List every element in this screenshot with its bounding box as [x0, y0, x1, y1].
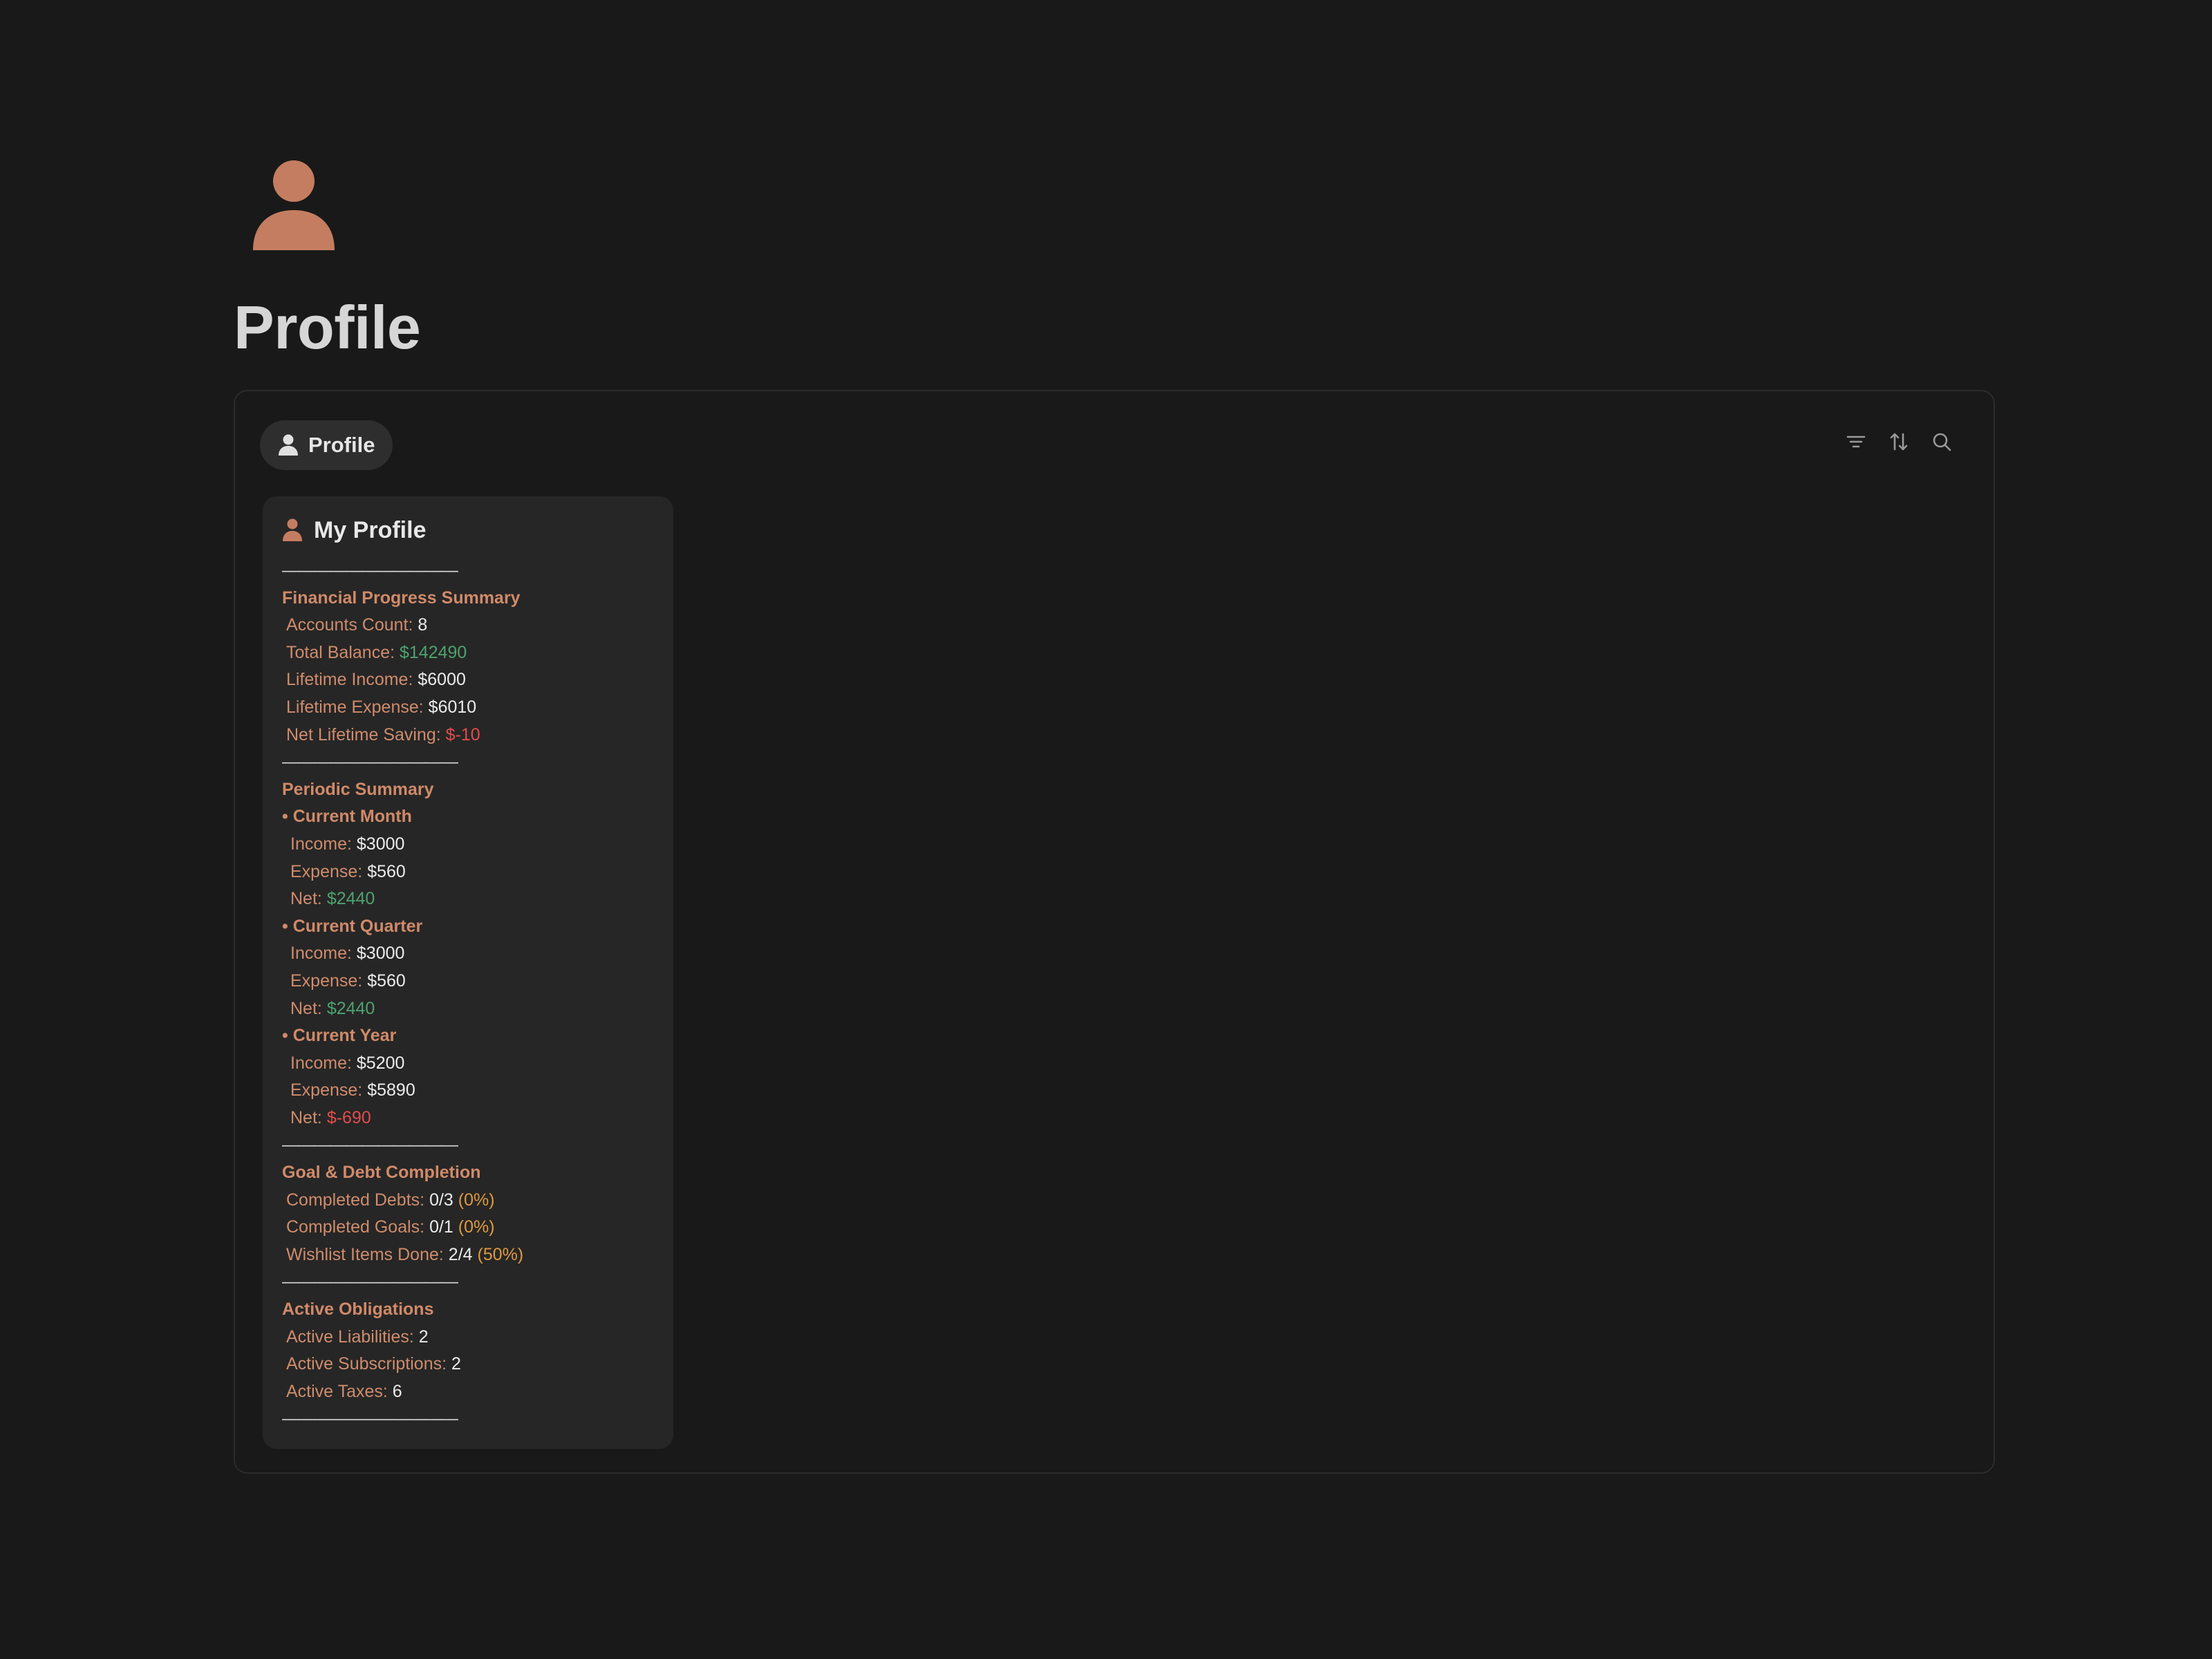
summary-row: Income: $5200: [282, 1050, 673, 1078]
summary-row: Active Liabilities: 2: [282, 1324, 673, 1351]
summary-row: Expense: $5890: [282, 1077, 673, 1105]
section-title-periodic: Periodic Summary: [282, 779, 434, 799]
row-label: Active Taxes:: [286, 1381, 388, 1401]
summary-row: Active Subscriptions: 2: [282, 1351, 673, 1378]
row-label: Income:: [290, 1053, 352, 1073]
summary-row: Expense: $560: [282, 859, 673, 886]
separator: ———————————: [282, 1409, 458, 1429]
row-value: 6: [392, 1381, 402, 1401]
row-label: Net:: [290, 889, 322, 909]
summary-row: Wishlist Items Done: 2/4 (50%): [282, 1241, 673, 1269]
summary-row: Total Balance: $142490: [282, 639, 673, 667]
card-body: ——————————— Financial Progress Summary A…: [282, 557, 673, 1433]
row-value: $3000: [356, 834, 405, 854]
page-title[interactable]: Profile: [234, 286, 421, 369]
period-title: • Current Month: [282, 807, 412, 827]
row-value: $6000: [418, 670, 466, 690]
section-title-obligations: Active Obligations: [282, 1300, 434, 1320]
period-title: • Current Quarter: [282, 916, 423, 936]
summary-row: Active Taxes: 6: [282, 1378, 673, 1406]
summary-row: Lifetime Income: $6000: [282, 666, 673, 694]
person-icon: [279, 434, 298, 456]
row-label: Accounts Count:: [286, 615, 413, 635]
row-value: 8: [418, 615, 428, 635]
row-label: Net Lifetime Saving:: [286, 724, 441, 744]
filter-icon: [1846, 435, 1866, 448]
row-value: $142490: [400, 642, 467, 662]
row-label: Net:: [290, 1107, 322, 1127]
card-header[interactable]: My Profile: [282, 510, 673, 550]
row-label: Active Subscriptions:: [286, 1354, 447, 1374]
sort-button[interactable]: [1884, 427, 1913, 456]
view-toolbar: [1841, 427, 1956, 456]
search-icon: [1933, 433, 1951, 451]
row-value: $5890: [367, 1080, 415, 1100]
row-value: $3000: [356, 944, 405, 964]
summary-row: Net: $2440: [282, 995, 673, 1023]
section-title-goals: Goal & Debt Completion: [282, 1163, 481, 1183]
row-label: Expense:: [290, 861, 363, 881]
card-title: My Profile: [314, 516, 427, 543]
period-title: • Current Year: [282, 1026, 397, 1046]
row-value: 2: [418, 1327, 429, 1347]
summary-row: Completed Debts: 0/3 (0%): [282, 1187, 673, 1215]
row-value: $5200: [356, 1053, 405, 1073]
row-percent: (0%): [458, 1190, 495, 1210]
separator: ———————————: [282, 1272, 458, 1292]
tab-profile[interactable]: Profile: [260, 420, 393, 470]
page-icon[interactable]: [249, 158, 339, 252]
row-label: Total Balance:: [286, 642, 395, 662]
row-label: Net:: [290, 998, 322, 1018]
search-button[interactable]: [1927, 427, 1956, 456]
row-label: Expense:: [290, 971, 363, 991]
separator: ———————————: [282, 1135, 458, 1155]
database-view: Profile My Profile ——————————— Financial…: [234, 390, 1995, 1474]
section-title-financial: Financial Progress Summary: [282, 588, 521, 608]
row-value: 2/4: [448, 1244, 473, 1264]
row-value: $560: [367, 971, 406, 991]
summary-row: Accounts Count: 8: [282, 612, 673, 639]
row-value: $-10: [445, 724, 480, 744]
summary-row: Completed Goals: 0/1 (0%): [282, 1214, 673, 1241]
separator: ———————————: [282, 752, 458, 772]
row-value: $6010: [428, 697, 477, 717]
row-value: $2440: [326, 998, 375, 1018]
row-label: Completed Debts:: [286, 1190, 425, 1210]
row-percent: (50%): [477, 1244, 524, 1264]
sort-icon: [1890, 433, 1908, 451]
summary-row: Income: $3000: [282, 940, 673, 968]
row-label: Active Liabilities:: [286, 1327, 414, 1347]
row-value: $2440: [326, 889, 375, 909]
row-percent: (0%): [458, 1217, 495, 1237]
summary-row: Net: $2440: [282, 885, 673, 913]
summary-row: Income: $3000: [282, 831, 673, 859]
profile-card[interactable]: My Profile ——————————— Financial Progres…: [263, 496, 673, 1449]
person-icon: [253, 160, 335, 250]
row-label: Lifetime Expense:: [286, 697, 424, 717]
row-value: 0/1: [429, 1217, 453, 1237]
summary-row: Net Lifetime Saving: $-10: [282, 722, 673, 749]
row-value: 0/3: [429, 1190, 453, 1210]
filter-button[interactable]: [1841, 427, 1871, 456]
row-value: $-690: [326, 1107, 371, 1127]
row-label: Lifetime Income:: [286, 670, 413, 690]
row-label: Income:: [290, 834, 352, 854]
row-label: Wishlist Items Done:: [286, 1244, 444, 1264]
row-label: Expense:: [290, 1080, 363, 1100]
row-label: Income:: [290, 944, 352, 964]
person-icon: [283, 518, 302, 541]
tab-label: Profile: [308, 433, 375, 457]
row-value: $560: [367, 861, 406, 881]
summary-row: Lifetime Expense: $6010: [282, 694, 673, 722]
summary-row: Expense: $560: [282, 968, 673, 995]
separator: ———————————: [282, 561, 458, 580]
row-label: Completed Goals:: [286, 1217, 425, 1237]
row-value: 2: [451, 1354, 461, 1374]
summary-row: Net: $-690: [282, 1105, 673, 1132]
